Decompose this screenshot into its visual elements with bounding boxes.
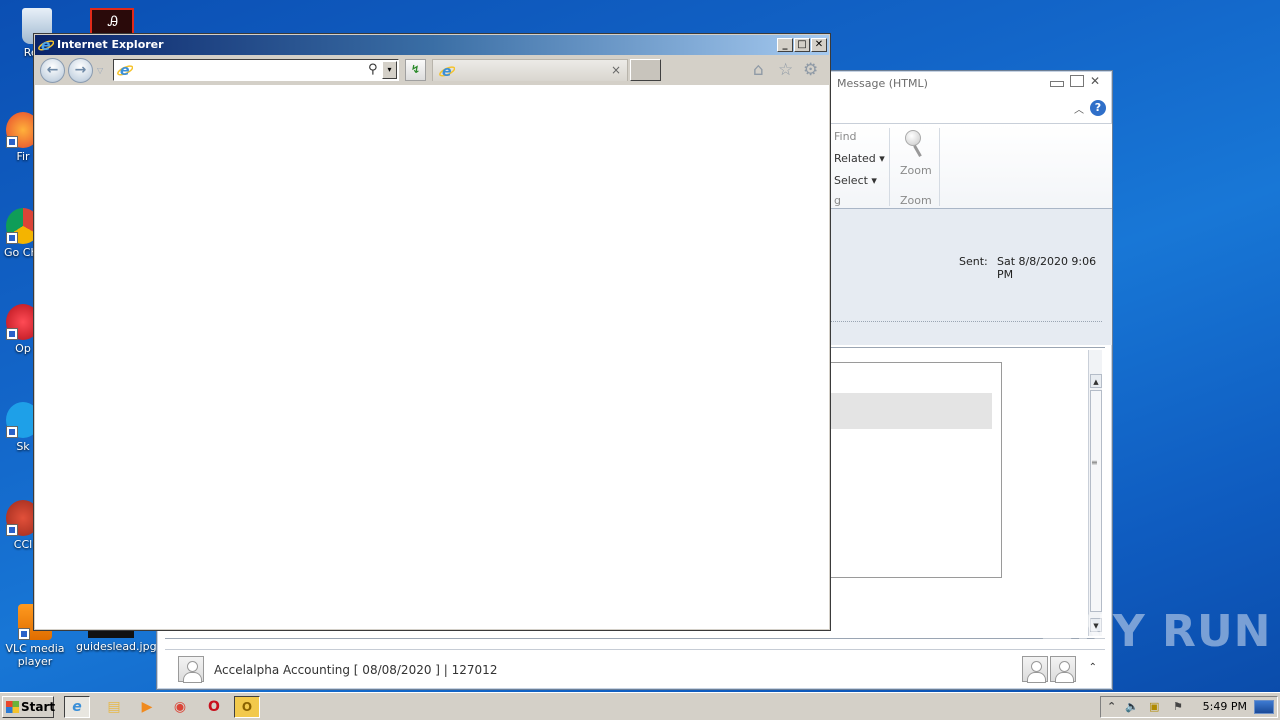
ie-page-icon: e bbox=[117, 63, 133, 78]
related-button[interactable]: Related ▾ bbox=[834, 152, 885, 165]
maximize-button[interactable]: □ bbox=[794, 38, 810, 52]
desktop-icon-label: CCl bbox=[13, 538, 33, 551]
svg-text:e: e bbox=[120, 63, 130, 78]
address-dropdown-button[interactable]: ▾ bbox=[382, 61, 397, 79]
system-tray: ⌃ 🔈 ▣ ⚑ 5:49 PM bbox=[1100, 696, 1278, 718]
scroll-grip-icon: ≡ bbox=[1091, 458, 1098, 467]
select-button[interactable]: Select ▾ bbox=[834, 174, 877, 187]
window-title: Internet Explorer bbox=[57, 38, 164, 51]
compatibility-view-button[interactable]: ↯ bbox=[405, 59, 426, 81]
start-label: Start bbox=[21, 700, 56, 714]
avatar bbox=[178, 656, 204, 683]
find-button[interactable]: Find bbox=[834, 130, 857, 143]
ie-tab-icon: e bbox=[439, 64, 455, 79]
help-button[interactable]: ? bbox=[1090, 100, 1106, 116]
close-tab-button[interactable]: × bbox=[611, 63, 621, 77]
close-button[interactable]: ✕ bbox=[1090, 75, 1104, 87]
address-input[interactable] bbox=[136, 62, 362, 78]
internet-explorer-window: e Internet Explorer _ □ ✕ ← → ▽ e ⚲ ▾ ↯ … bbox=[33, 33, 831, 631]
opera-icon: O bbox=[208, 699, 220, 715]
shortcut-arrow-icon bbox=[6, 524, 18, 536]
expand-people-pane-button[interactable]: ⌃ bbox=[1089, 662, 1097, 673]
shortcut-arrow-icon bbox=[18, 628, 30, 640]
shortcut-arrow-icon bbox=[6, 232, 18, 244]
zoom-button[interactable]: Zoom bbox=[900, 164, 932, 177]
collapse-ribbon-button[interactable]: ︿ bbox=[1074, 101, 1084, 116]
clock[interactable]: 5:49 PM bbox=[1203, 700, 1247, 713]
window-title: Message (HTML) bbox=[837, 77, 928, 90]
ie-logo-icon: e bbox=[38, 38, 54, 53]
chrome-icon: ◉ bbox=[173, 699, 187, 715]
ie-icon: e bbox=[72, 699, 82, 715]
taskbar-media-player[interactable]: ▶ bbox=[134, 696, 160, 718]
desktop-icon-label: Sk bbox=[16, 440, 30, 453]
windows-logo-icon bbox=[6, 701, 19, 713]
window-controls: ✕ bbox=[1050, 75, 1104, 87]
restore-button[interactable] bbox=[1070, 75, 1084, 87]
scroll-thumb[interactable] bbox=[1090, 390, 1102, 612]
action-center-icon[interactable]: ⚑ bbox=[1173, 700, 1183, 713]
media-player-icon: ▶ bbox=[141, 699, 153, 715]
shortcut-arrow-icon bbox=[6, 426, 18, 438]
anyrun-watermark: ANY RUN bbox=[1040, 606, 1272, 657]
new-tab-button[interactable] bbox=[630, 59, 661, 81]
desktop-icon-label: VLC media player bbox=[5, 642, 65, 668]
browser-tab[interactable]: e × bbox=[432, 59, 628, 81]
taskbar-windows-explorer[interactable]: ▤ bbox=[101, 696, 127, 718]
shortcut-arrow-icon bbox=[6, 136, 18, 148]
svg-text:e: e bbox=[442, 64, 452, 79]
svg-text:e: e bbox=[41, 38, 51, 53]
search-icon[interactable]: ⚲ bbox=[368, 62, 378, 77]
network-icon[interactable]: ▣ bbox=[1149, 700, 1159, 713]
shortcut-arrow-icon bbox=[6, 328, 18, 340]
minimize-button[interactable] bbox=[1050, 81, 1064, 87]
zoom-icon bbox=[903, 130, 925, 160]
taskbar-internet-explorer[interactable]: e bbox=[64, 696, 90, 718]
minimize-button[interactable]: _ bbox=[777, 38, 793, 52]
people-pane-text: Accelalpha Accounting [ 08/08/2020 ] | 1… bbox=[214, 663, 498, 677]
tools-button[interactable]: ⚙ bbox=[803, 60, 818, 80]
avatar[interactable] bbox=[1050, 656, 1076, 683]
home-button[interactable]: ⌂ bbox=[753, 60, 764, 80]
zoom-group-label: Zoom bbox=[900, 194, 932, 207]
favorites-button[interactable]: ☆ bbox=[778, 60, 793, 80]
start-button[interactable]: Start bbox=[2, 696, 56, 718]
forward-button[interactable]: → bbox=[68, 58, 93, 83]
people-pane: Accelalpha Accounting [ 08/08/2020 ] | 1… bbox=[165, 649, 1105, 687]
taskbar-outlook[interactable]: O bbox=[234, 696, 260, 718]
ribbon-separator bbox=[889, 128, 890, 206]
address-bar[interactable]: e ⚲ ▾ bbox=[113, 59, 399, 81]
sent-value: Sat 8/8/2020 9:06 PM bbox=[997, 255, 1097, 281]
desktop-icon-label: Fir bbox=[16, 150, 30, 163]
editing-group-label: g bbox=[834, 194, 841, 207]
pdf-file-icon[interactable]: Ꭿ bbox=[90, 8, 134, 36]
close-button[interactable]: ✕ bbox=[811, 38, 827, 52]
outlook-icon: O bbox=[241, 700, 253, 714]
sent-label: Sent: bbox=[959, 255, 988, 268]
page-content[interactable] bbox=[35, 85, 829, 629]
volume-icon[interactable]: 🔈 bbox=[1125, 700, 1139, 713]
scroll-up-button[interactable]: ▲ bbox=[1090, 374, 1102, 388]
back-button[interactable]: ← bbox=[40, 58, 65, 83]
title-bar[interactable]: e Internet Explorer _ □ ✕ bbox=[35, 35, 829, 55]
ribbon-separator bbox=[939, 128, 940, 206]
navigation-bar: ← → ▽ e ⚲ ▾ ↯ e × ⌂ ☆ ⚙ bbox=[35, 55, 829, 85]
acrobat-logo-icon: Ꭿ bbox=[108, 14, 119, 30]
taskbar: Start e ▤ ▶ ◉ O O ⌃ 🔈 ▣ ⚑ 5:49 PM bbox=[0, 692, 1280, 720]
desktop-icon-label: guideslead.jpg bbox=[76, 640, 157, 653]
folder-icon: ▤ bbox=[107, 699, 121, 715]
vertical-scrollbar[interactable]: ▲ ≡ ▼ bbox=[1088, 350, 1102, 636]
show-desktop-button[interactable] bbox=[1254, 700, 1274, 714]
taskbar-chrome[interactable]: ◉ bbox=[167, 696, 193, 718]
taskbar-opera[interactable]: O bbox=[201, 696, 227, 718]
recent-pages-dropdown[interactable]: ▽ bbox=[97, 66, 103, 75]
desktop-icon-label: Op bbox=[15, 342, 31, 355]
avatar[interactable] bbox=[1022, 656, 1048, 683]
show-hidden-icons-button[interactable]: ⌃ bbox=[1107, 700, 1116, 713]
